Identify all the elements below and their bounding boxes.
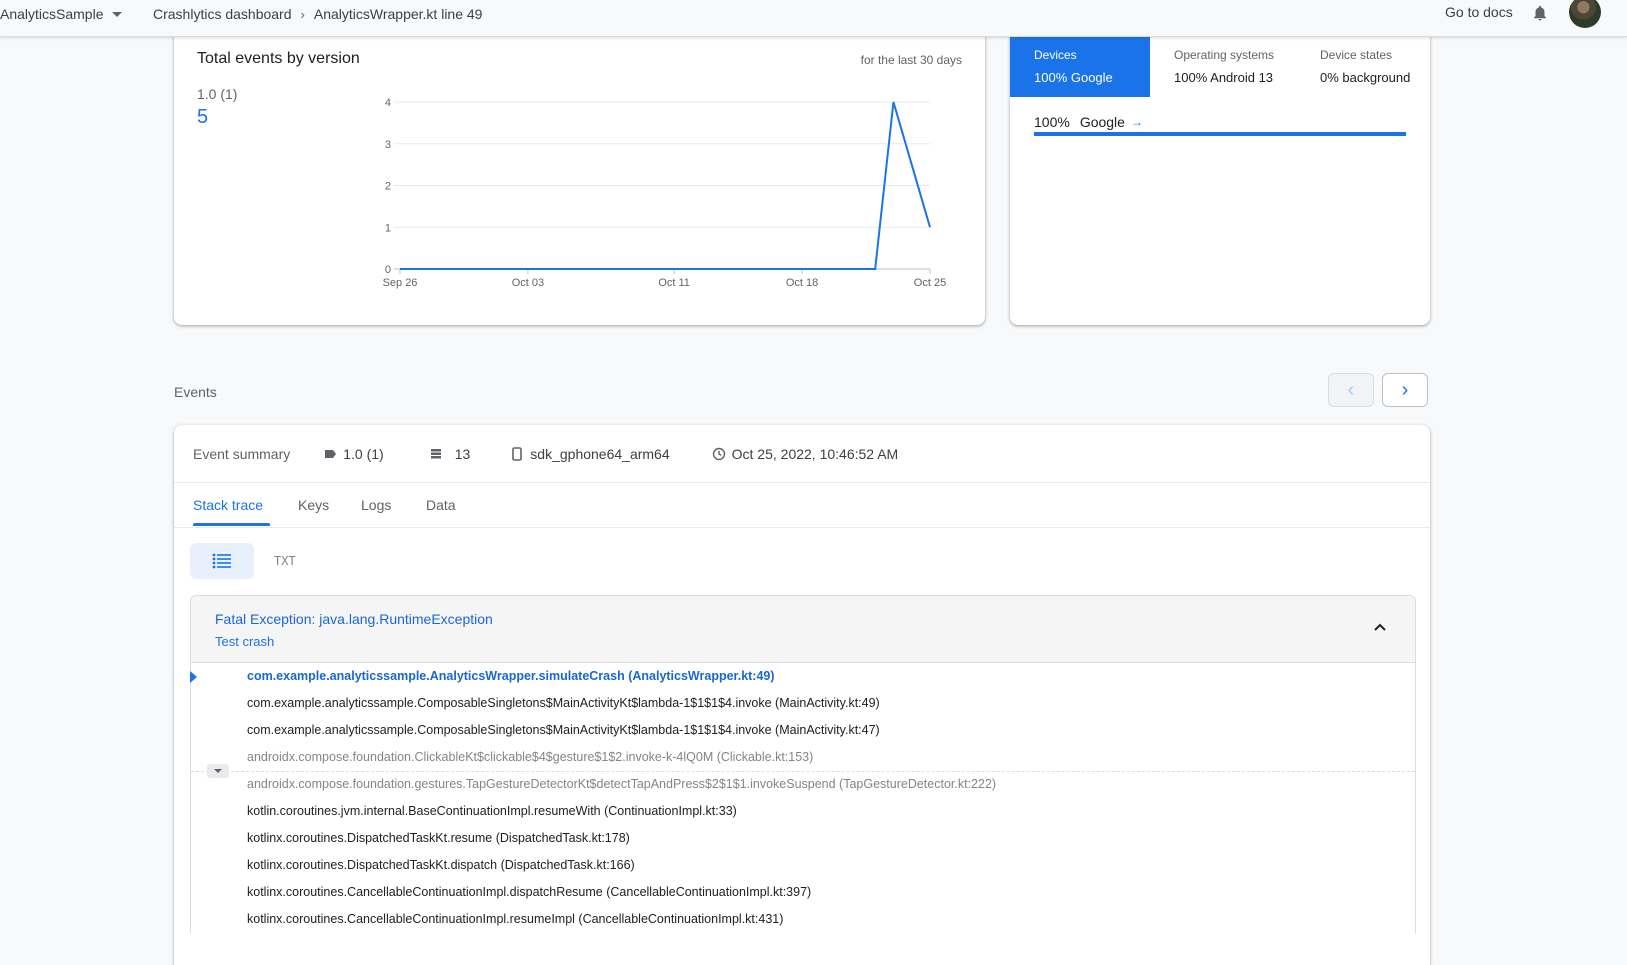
stack-frame[interactable]: androidx.compose.foundation.ClickableKt$… bbox=[191, 744, 1415, 771]
distribution-card: Devices 100% Google Operating systems 10… bbox=[1010, 20, 1430, 325]
stack-frame-text: com.example.analyticssample.ComposableSi… bbox=[247, 696, 880, 710]
app-selector[interactable]: AnalyticsSample bbox=[0, 4, 122, 24]
total-events-chart-card: Total events by version for the last 30 … bbox=[174, 20, 985, 325]
stack-frame-text: androidx.compose.foundation.gestures.Tap… bbox=[247, 777, 997, 791]
event-summary-label: Event summary bbox=[193, 445, 291, 462]
event-timestamp: Oct 25, 2022, 10:46:52 AM bbox=[712, 445, 899, 462]
tab-data[interactable]: Data bbox=[426, 497, 456, 513]
stack-frame-text: kotlinx.coroutines.DispatchedTaskKt.disp… bbox=[247, 858, 635, 872]
distribution-google-link[interactable]: Google → bbox=[1080, 114, 1143, 130]
next-event-button[interactable]: › bbox=[1382, 373, 1428, 407]
bell-icon[interactable] bbox=[1531, 3, 1549, 23]
tab-os-value: 100% Android 13 bbox=[1174, 70, 1274, 85]
event-timestamp-value: Oct 25, 2022, 10:46:52 AM bbox=[731, 445, 899, 462]
txt-view-button[interactable]: TXT bbox=[274, 554, 296, 568]
event-tabs: Stack trace Keys Logs Data bbox=[174, 483, 1430, 528]
distribution-label: Google bbox=[1079, 114, 1125, 130]
view-toggle: TXT bbox=[190, 543, 296, 579]
list-icon bbox=[212, 553, 231, 569]
stack-frame[interactable]: kotlinx.coroutines.CancellableContinuati… bbox=[191, 906, 1415, 933]
stack-frame-text: kotlinx.coroutines.CancellableContinuati… bbox=[247, 885, 812, 899]
stack-frame[interactable]: kotlin.coroutines.jvm.internal.BaseConti… bbox=[191, 798, 1415, 825]
exception-block: Fatal Exception: java.lang.RuntimeExcept… bbox=[190, 595, 1416, 933]
x-tick-label: Oct 18 bbox=[786, 277, 818, 289]
tab-os-title: Operating systems bbox=[1174, 48, 1275, 62]
x-tick-label: Oct 03 bbox=[512, 277, 544, 289]
distribution-percent: 100% bbox=[1034, 114, 1070, 130]
event-device: sdk_gphone64_arm64 bbox=[512, 445, 670, 462]
tab-devices-value: 100% Google bbox=[1034, 70, 1113, 85]
tab-operating-systems[interactable]: Operating systems 100% Android 13 bbox=[1150, 36, 1296, 97]
breadcrumb: Crashlytics dashboard › AnalyticsWrapper… bbox=[153, 4, 482, 24]
tab-devices-title: Devices bbox=[1034, 48, 1077, 62]
go-to-docs-link[interactable]: Go to docs bbox=[1445, 4, 1513, 20]
arrow-right-icon: → bbox=[1130, 115, 1143, 129]
tab-keys[interactable]: Keys bbox=[298, 497, 329, 513]
stack-frame[interactable]: kotlinx.coroutines.DispatchedTaskKt.disp… bbox=[191, 852, 1415, 879]
y-tick-label: 2 bbox=[385, 181, 391, 193]
tab-devices[interactable]: Devices 100% Google bbox=[1010, 36, 1150, 97]
exception-title: Fatal Exception: java.lang.RuntimeExcept… bbox=[215, 611, 493, 627]
distribution-bar bbox=[1034, 132, 1406, 136]
stack-frame[interactable]: kotlinx.coroutines.CancellableContinuati… bbox=[191, 879, 1415, 906]
tab-logs[interactable]: Logs bbox=[361, 497, 391, 513]
x-tick-label: Oct 25 bbox=[914, 277, 946, 289]
event-version-value: 1.0 (1) bbox=[343, 445, 384, 462]
chevron-left-icon: ‹ bbox=[1347, 379, 1355, 401]
stack-frame-text: kotlin.coroutines.jvm.internal.BaseConti… bbox=[247, 804, 737, 818]
tab-device-states-title: Device states bbox=[1320, 48, 1393, 62]
chevron-right-icon: › bbox=[1401, 379, 1409, 401]
stack-frame-text: com.example.analyticssample.ComposableSi… bbox=[247, 723, 880, 737]
chevron-up-icon[interactable] bbox=[1373, 622, 1387, 632]
chevron-right-icon: › bbox=[300, 6, 305, 22]
avatar[interactable] bbox=[1569, 0, 1601, 28]
stack-frame[interactable]: com.example.analyticssample.ComposableSi… bbox=[191, 690, 1415, 717]
tab-device-states-value: 0% background bbox=[1320, 70, 1411, 85]
stack-frame-text: androidx.compose.foundation.ClickableKt$… bbox=[247, 750, 814, 764]
event-count: 13 bbox=[430, 445, 471, 462]
top-bar: AnalyticsSample Crashlytics dashboard › … bbox=[0, 0, 1627, 37]
active-tab-indicator bbox=[193, 523, 270, 526]
caret-down-icon bbox=[111, 11, 122, 17]
breadcrumb-current: AnalyticsWrapper.kt line 49 bbox=[313, 6, 483, 22]
stack-frame-text: kotlinx.coroutines.CancellableContinuati… bbox=[247, 912, 784, 926]
y-tick-label: 1 bbox=[385, 222, 391, 234]
stack-frame-text: kotlinx.coroutines.DispatchedTaskKt.resu… bbox=[247, 831, 630, 845]
label-tag-icon bbox=[325, 449, 337, 458]
frame-marker-icon bbox=[190, 671, 197, 683]
line-chart: 0 1 2 3 4 Sep 26 Oct 03 Oct 11 Oct 18 Oct 25 bbox=[383, 97, 947, 289]
app-name: AnalyticsSample bbox=[0, 6, 104, 22]
breadcrumb-crashlytics-dashboard[interactable]: Crashlytics dashboard bbox=[153, 6, 292, 22]
x-tick-label: Oct 11 bbox=[658, 277, 690, 289]
events-section-label: Events bbox=[174, 384, 217, 400]
stack-layers-icon bbox=[430, 449, 441, 459]
event-version: 1.0 (1) bbox=[324, 445, 384, 462]
clock-icon bbox=[712, 447, 725, 460]
exception-header[interactable]: Fatal Exception: java.lang.RuntimeExcept… bbox=[191, 596, 1415, 663]
distribution-row: 100% Google → bbox=[1034, 114, 1143, 130]
event-summary-bar: Event summary 1.0 (1) 13 sdk_gphone64_ar… bbox=[174, 425, 1430, 483]
y-tick-label: 3 bbox=[385, 139, 391, 151]
exception-message: Test crash bbox=[215, 634, 275, 649]
tab-device-states[interactable]: Device states 0% background bbox=[1296, 36, 1430, 97]
y-tick-label: 0 bbox=[385, 264, 391, 276]
stack-frame[interactable]: com.example.analyticssample.ComposableSi… bbox=[191, 717, 1415, 744]
stack-frame-text: com.example.analyticssample.AnalyticsWra… bbox=[247, 669, 775, 683]
previous-event-button[interactable]: ‹ bbox=[1328, 373, 1374, 407]
event-count-value: 13 bbox=[454, 445, 471, 462]
x-tick-label: Sep 26 bbox=[383, 277, 418, 289]
list-view-button[interactable] bbox=[190, 543, 254, 579]
stack-frame[interactable]: com.example.analyticssample.AnalyticsWra… bbox=[190, 663, 1415, 690]
stack-frame[interactable]: kotlinx.coroutines.DispatchedTaskKt.resu… bbox=[191, 825, 1415, 852]
tab-stack-trace[interactable]: Stack trace bbox=[193, 497, 263, 513]
stack-frames: com.example.analyticssample.AnalyticsWra… bbox=[190, 663, 1415, 933]
event-device-value: sdk_gphone64_arm64 bbox=[530, 445, 670, 462]
stack-frame[interactable]: androidx.compose.foundation.gestures.Tap… bbox=[191, 771, 1415, 798]
event-card: Event summary 1.0 (1) 13 sdk_gphone64_ar… bbox=[174, 425, 1430, 965]
y-tick-label: 4 bbox=[385, 97, 391, 109]
phone-icon bbox=[512, 446, 523, 461]
